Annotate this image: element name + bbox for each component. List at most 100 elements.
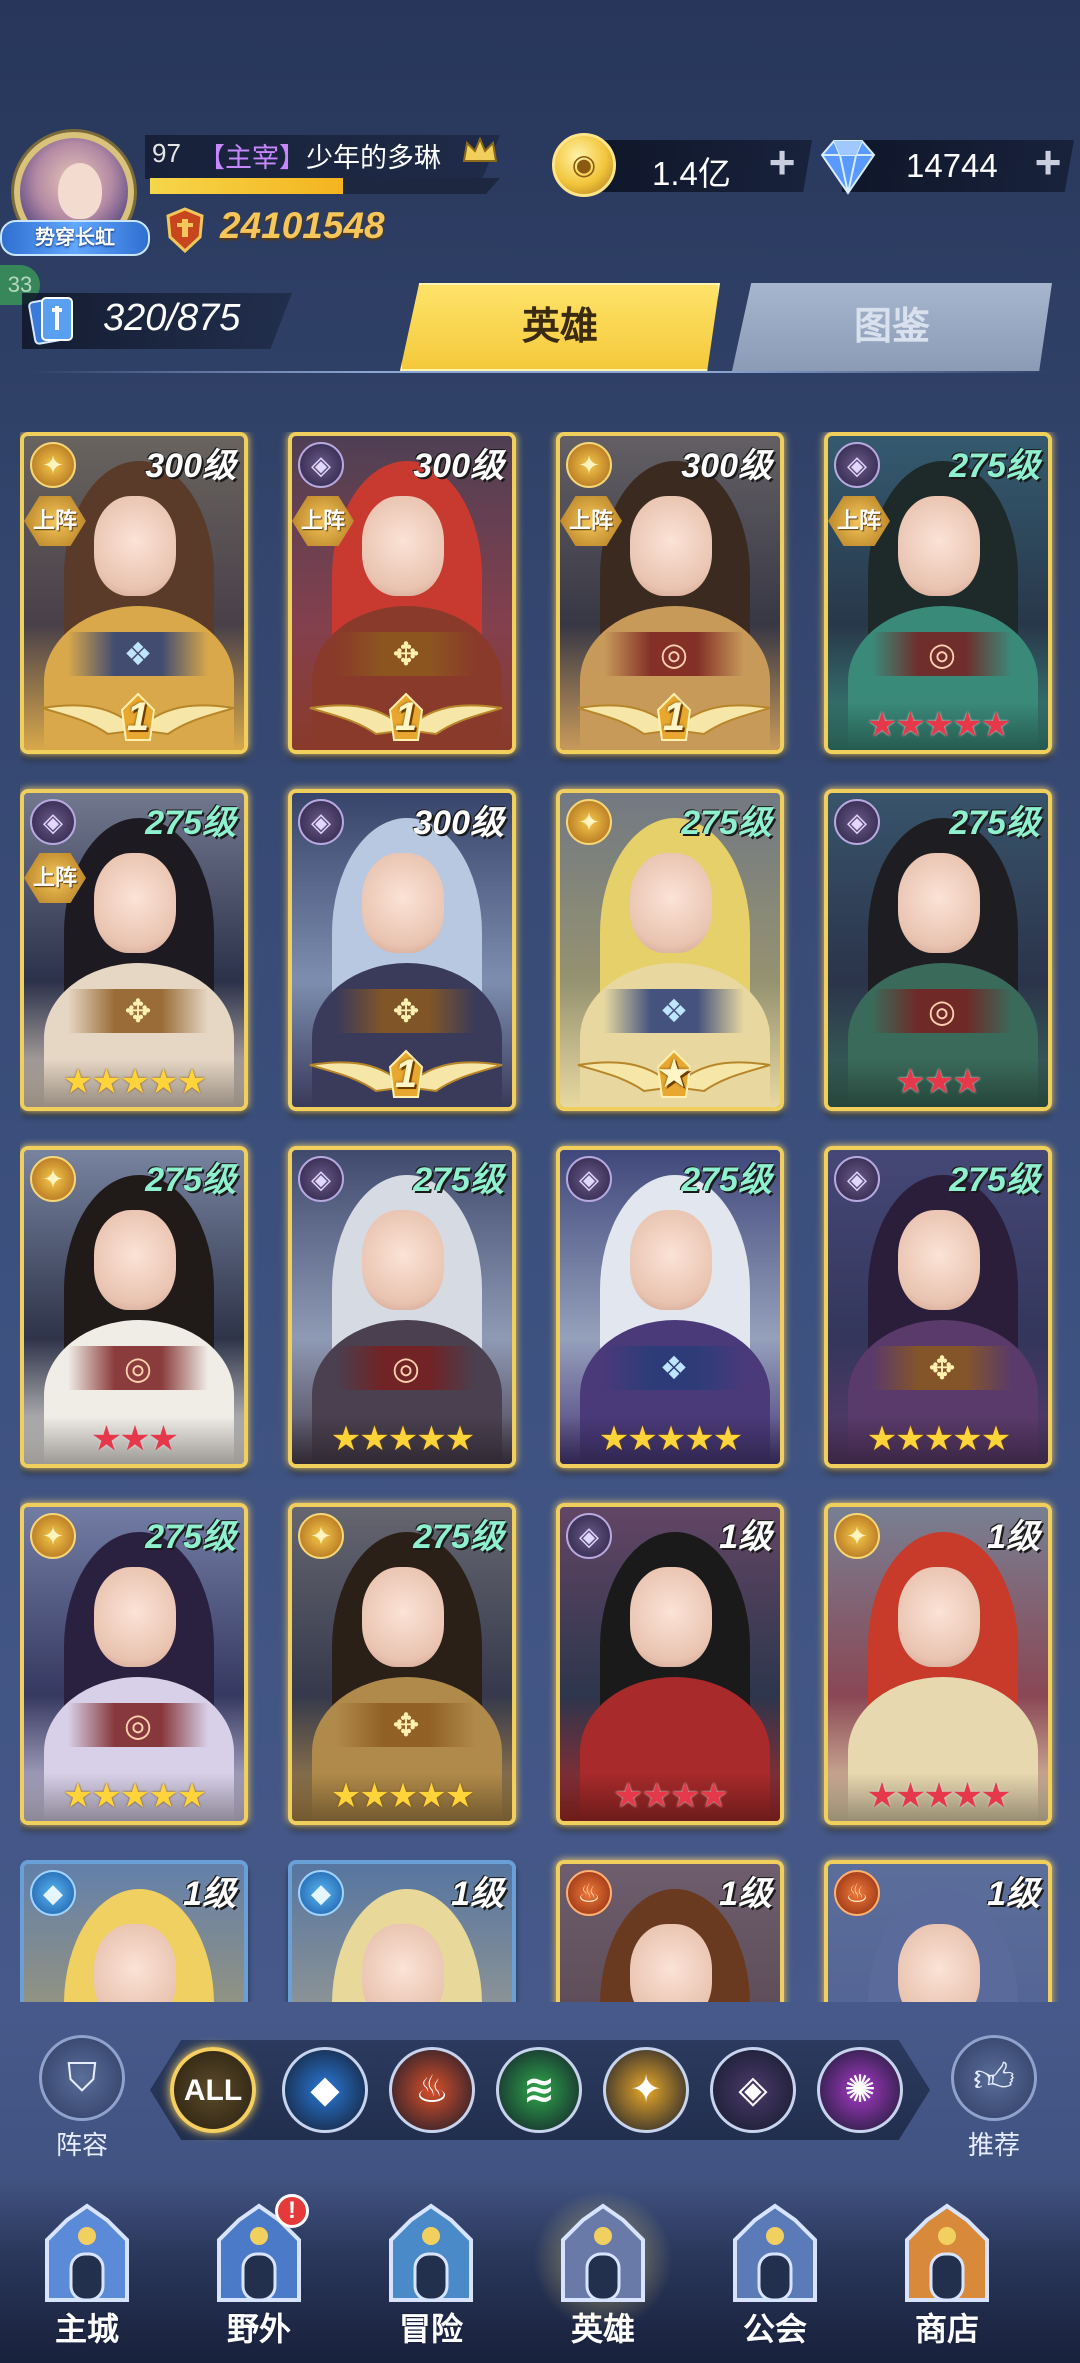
hero-level: 275级 [145, 1161, 236, 1199]
hero-grid: ✦ 300级 上阵 ❖ 1 ◈ 300级 上阵 ✥ 1 ✦ 300级 上阵 ◎ 1 ◈ 275级 上阵 ◎ ★★★★★… [20, 432, 1060, 2002]
awakening-rank: 1 [394, 1052, 418, 1096]
hero-level: 300级 [413, 804, 504, 842]
hero-face [362, 496, 444, 596]
hero-emblem-icon: ❖ [604, 1346, 744, 1390]
hero-emblem-icon: ◎ [68, 1346, 208, 1390]
hero-level: 1级 [719, 1875, 772, 1913]
crown-icon [462, 137, 498, 162]
hero-card[interactable]: ◈ 275级 ✥ ★★★★★ [824, 1146, 1052, 1468]
filter-water-icon[interactable]: ◆ [282, 2047, 368, 2133]
hero-card[interactable]: ◈ 300级 上阵 ✥ 1 [288, 432, 516, 754]
hero-face [362, 1567, 444, 1667]
light-faction-icon: ✦ [566, 799, 612, 845]
hero-emblem-icon: ✥ [336, 632, 476, 676]
adventure-icon [371, 2200, 491, 2310]
awakening-rank: 1 [662, 695, 686, 739]
hero-emblem-icon: ✥ [68, 989, 208, 1033]
hero-count: 320/875 [103, 297, 241, 339]
hero-card[interactable]: ◈ 275级 ◎ ★★★★★ [288, 1146, 516, 1468]
hero-card[interactable]: ♨ 1级 [824, 1860, 1052, 2002]
hero-card[interactable]: ◈ 275级 上阵 ◎ ★★★★★ [824, 432, 1052, 754]
hero-stars: ★★★★★ [24, 1059, 244, 1107]
hero-card[interactable]: ◈ 275级 ❖ ★★★★★ [556, 1146, 784, 1468]
hero-card[interactable]: ✦ 300级 上阵 ❖ 1 [20, 432, 248, 754]
filter-light-icon[interactable]: ✦ [603, 2047, 689, 2133]
hero-card[interactable]: ✦ 275级 ✥ ★★★★★ [288, 1503, 516, 1825]
hero-face [630, 1567, 712, 1667]
awakening-rank: 1 [126, 695, 150, 739]
hero-face [94, 496, 176, 596]
hero-level: 275级 [413, 1161, 504, 1199]
hero-card[interactable]: ✦ 275级 ◎ ★★★ [20, 1146, 248, 1468]
water-faction-icon: ◆ [298, 1870, 344, 1916]
filter-wind-icon[interactable]: ≋ [496, 2047, 582, 2133]
hero-card[interactable]: ✦ 1级 ★★★★★ [824, 1503, 1052, 1825]
top-header: 势穿长虹 33 97 【主宰】少年的多琳 24101548 320/875 ◉ … [0, 0, 1080, 390]
xp-progress-fill [150, 178, 343, 194]
hero-face [94, 1567, 176, 1667]
hero-card[interactable]: ◈ 275级 上阵 ✥ ★★★★★ [20, 789, 248, 1111]
hero-face [630, 1924, 712, 2002]
hero-stars: ★★★★★ [560, 1416, 780, 1464]
hero-face [630, 1210, 712, 1310]
player-name: 少年的多琳 [306, 143, 441, 173]
filter-dark-icon[interactable]: ◈ [710, 2047, 796, 2133]
hero-card[interactable]: ✦ 275级 ◎ ★★★★★ [20, 1503, 248, 1825]
add-diamond-button[interactable]: + [1028, 139, 1068, 185]
nav-guild[interactable]: 公会 [700, 2200, 850, 2360]
gold-coin-icon: ◉ [552, 133, 616, 197]
diamond-icon [820, 140, 876, 195]
hero-card[interactable]: ◆ 1级 [288, 1860, 516, 2002]
hero-face [630, 496, 712, 596]
hero-card[interactable]: ◈ 275级 ◎ ★★★ [824, 789, 1052, 1111]
hero-level: 1级 [987, 1518, 1040, 1556]
awakening-wings-icon: 1 [574, 690, 774, 746]
hero-card[interactable]: ◈ 1级 ★★★★ [556, 1503, 784, 1825]
hero-helmet-icon [533, 2190, 673, 2330]
lineup-button[interactable]: ⛉ 阵容 [32, 2035, 132, 2162]
hero-card[interactable]: ◈ 300级 ✥ 1 [288, 789, 516, 1111]
tab-codex[interactable]: 图鉴 [732, 283, 1052, 371]
diamond-value: 14744 [906, 147, 998, 184]
filter-fire-icon[interactable]: ♨ [389, 2047, 475, 2133]
nav-castle[interactable]: 主城 [12, 2200, 162, 2360]
dark-faction-icon: ◈ [834, 442, 880, 488]
light-faction-icon: ✦ [566, 442, 612, 488]
light-faction-icon: ✦ [298, 1513, 344, 1559]
tab-heroes[interactable]: 英雄 [400, 283, 720, 371]
nav-shop[interactable]: 商店 [872, 2200, 1022, 2360]
hero-level: 275级 [145, 1518, 236, 1556]
nav-hero-helmet[interactable]: 英雄 [528, 2190, 678, 2360]
dark-faction-icon: ◈ [298, 442, 344, 488]
player-title-badge: 势穿长虹 [0, 220, 150, 256]
hero-stars: ★★★★★ [828, 1416, 1048, 1464]
hero-stars: ★★★★★ [292, 1773, 512, 1821]
nav-field[interactable]: ! 野外 [184, 2194, 334, 2360]
add-gold-button[interactable]: + [762, 139, 802, 185]
fire-faction-icon: ♨ [834, 1870, 880, 1916]
hero-face [898, 1567, 980, 1667]
hero-face [362, 1210, 444, 1310]
hero-emblem-icon: ◎ [336, 1346, 476, 1390]
recommend-button[interactable]: 👍︎ 推荐 [944, 2035, 1044, 2162]
recommend-label: 推荐 [967, 2130, 1020, 2160]
lineup-shield-icon: ⛉ [39, 2035, 125, 2121]
player-name-line[interactable]: 【主宰】少年的多琳 [198, 136, 441, 175]
nav-adventure[interactable]: 冒险 [356, 2200, 506, 2360]
filter-arcane-icon[interactable]: ✺ [817, 2047, 903, 2133]
faction-filter-bar: ⛉ 阵容 ALL ◆ ♨ ≋ ✦ ◈ ✺ 👍︎ 推荐 [0, 2005, 1080, 2170]
hero-stars: ★★★★ [560, 1773, 780, 1821]
hero-emblem-icon: ✥ [872, 1346, 1012, 1390]
filter-all-button[interactable]: ALL [170, 2047, 256, 2133]
hero-level: 1级 [719, 1518, 772, 1556]
hero-level: 300级 [413, 447, 504, 485]
hero-card[interactable]: ◆ 1级 [20, 1860, 248, 2002]
hero-level: 1级 [183, 1875, 236, 1913]
light-faction-icon: ✦ [30, 1156, 76, 1202]
hero-card[interactable]: ✦ 300级 上阵 ◎ 1 [556, 432, 784, 754]
shop-icon [887, 2200, 1007, 2310]
hero-card[interactable]: ✦ 275级 ❖ ★ [556, 789, 784, 1111]
hero-card[interactable]: ♨ 1级 [556, 1860, 784, 2002]
hero-level: 275级 [949, 804, 1040, 842]
player-level: 97 [152, 138, 181, 168]
